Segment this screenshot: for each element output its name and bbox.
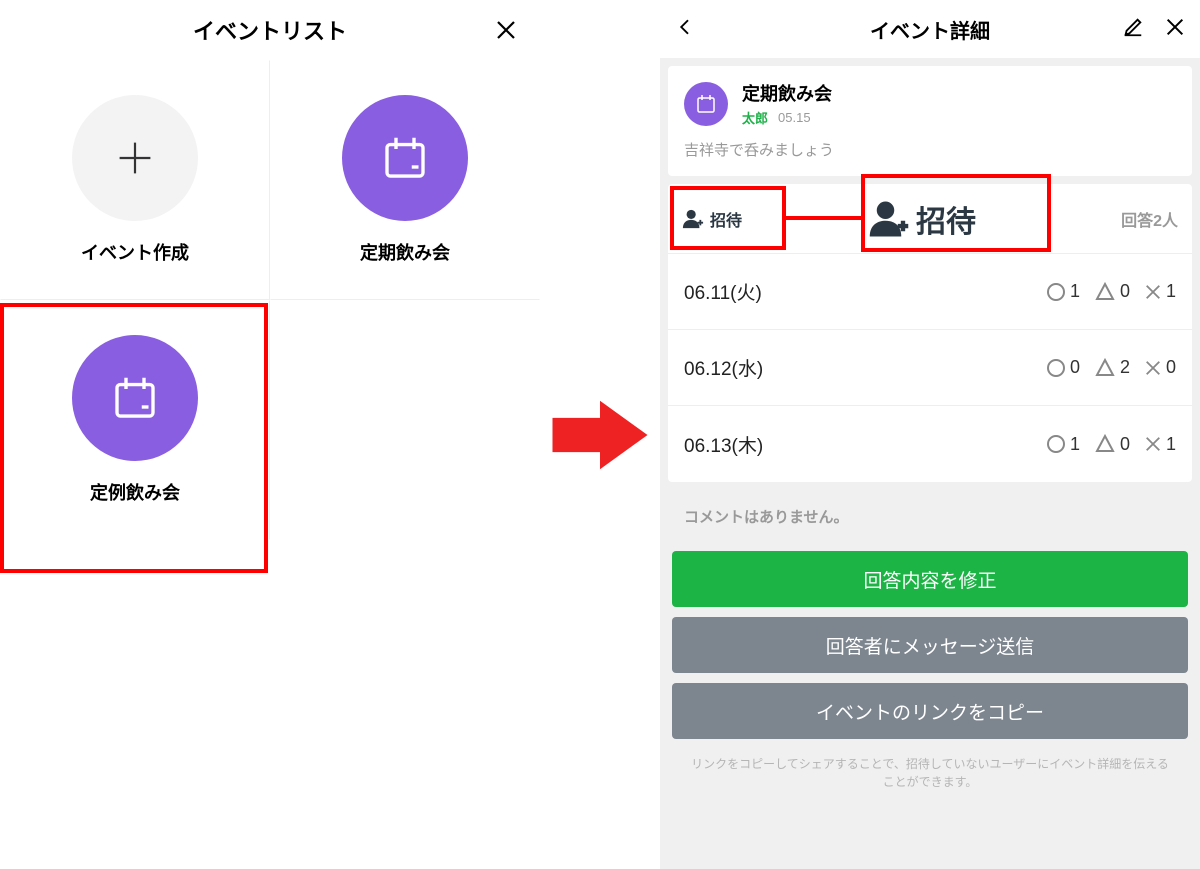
edit-answer-button[interactable]: 回答内容を修正 — [672, 551, 1188, 607]
pencil-icon — [1122, 16, 1144, 38]
vote-yes-count: 1 — [1070, 434, 1080, 455]
date-row[interactable]: 06.11(火) 1 0 1 — [668, 254, 1192, 330]
vote-maybe-count: 0 — [1120, 434, 1130, 455]
arrow-right-icon — [552, 397, 648, 473]
send-message-button[interactable]: 回答者にメッセージ送信 — [672, 617, 1188, 673]
send-message-label: 回答者にメッセージ送信 — [826, 632, 1035, 659]
event-list-screen: イベントリスト イベント作成 — [0, 0, 540, 869]
vote-yes: 0 — [1046, 357, 1080, 378]
calendar-icon — [378, 131, 432, 185]
close-icon — [494, 18, 518, 42]
event-cell-label: 定期飲み会 — [360, 239, 450, 265]
create-event-cell[interactable]: イベント作成 — [0, 60, 270, 300]
event-list-title: イベントリスト — [193, 14, 347, 46]
invite-label-big: 招待 — [916, 197, 976, 241]
date-label: 06.11(火) — [684, 278, 762, 305]
event-icon-circle — [684, 82, 728, 126]
calendar-icon — [694, 92, 718, 116]
triangle-icon — [1094, 434, 1116, 454]
event-cell-1[interactable]: 定期飲み会 — [270, 60, 540, 300]
event-icon-circle — [342, 95, 468, 221]
transition-gap — [540, 0, 660, 869]
event-info-card: 定期飲み会 太郎 05.15 吉祥寺で呑みましょう — [668, 66, 1192, 176]
x-icon — [1144, 283, 1162, 301]
person-add-icon — [868, 198, 910, 240]
invite-label-small: 招待 — [710, 207, 742, 231]
circle-icon — [1046, 434, 1066, 454]
invite-row: 招待 招待 回答2人 — [668, 184, 1192, 254]
event-list-header: イベントリスト — [0, 0, 540, 60]
date-label: 06.13(木) — [684, 431, 763, 458]
event-detail-screen: イベント詳細 — [660, 0, 1200, 869]
vote-yes-count: 0 — [1070, 357, 1080, 378]
vote-no: 1 — [1144, 434, 1176, 455]
event-icon-circle — [72, 335, 198, 461]
vote-maybe: 2 — [1094, 357, 1130, 378]
event-detail-header: イベント詳細 — [660, 0, 1200, 58]
triangle-icon — [1094, 282, 1116, 302]
close-icon — [1164, 16, 1186, 38]
circle-icon — [1046, 358, 1066, 378]
no-comments-label: コメントはありません。 — [668, 490, 1192, 543]
event-cell-label: 定例飲み会 — [90, 479, 180, 505]
circle-icon — [1046, 282, 1066, 302]
copy-link-hint: リンクをコピーしてシェアすることで、招待していないユーザーにイベント詳細を伝える… — [668, 747, 1192, 799]
vote-yes: 1 — [1046, 281, 1080, 302]
dates-card: 招待 招待 回答2人 — [668, 184, 1192, 482]
triangle-icon — [1094, 358, 1116, 378]
event-description: 吉祥寺で呑みましょう — [684, 139, 1176, 160]
answers-count[interactable]: 回答2人 — [1121, 207, 1192, 231]
close-button[interactable] — [494, 18, 518, 42]
vote-no-count: 1 — [1166, 434, 1176, 455]
event-name: 定期飲み会 — [742, 80, 832, 106]
vote-yes: 1 — [1046, 434, 1080, 455]
vote-no: 1 — [1144, 281, 1176, 302]
event-author: 太郎 — [742, 108, 768, 127]
plus-icon — [113, 136, 157, 180]
date-row[interactable]: 06.12(水) 0 2 0 — [668, 330, 1192, 406]
vote-maybe: 0 — [1094, 281, 1130, 302]
vote-maybe-count: 2 — [1120, 357, 1130, 378]
create-event-label: イベント作成 — [81, 239, 189, 265]
create-event-circle — [72, 95, 198, 221]
invite-button-big[interactable]: 招待 — [868, 197, 976, 241]
x-icon — [1144, 359, 1162, 377]
calendar-icon — [108, 371, 162, 425]
vote-no-count: 0 — [1166, 357, 1176, 378]
event-posted-date: 05.15 — [778, 110, 811, 125]
date-label: 06.12(水) — [684, 354, 763, 381]
x-icon — [1144, 435, 1162, 453]
person-add-icon — [682, 208, 704, 230]
vote-maybe: 0 — [1094, 434, 1130, 455]
vote-yes-count: 1 — [1070, 281, 1080, 302]
edit-answer-label: 回答内容を修正 — [863, 566, 996, 593]
date-row[interactable]: 06.13(木) 1 0 1 — [668, 406, 1192, 482]
vote-no-count: 1 — [1166, 281, 1176, 302]
invite-button-small[interactable]: 招待 — [668, 207, 742, 231]
event-detail-title: イベント詳細 — [660, 15, 1200, 44]
close-button[interactable] — [1164, 16, 1186, 43]
highlight-connector — [786, 216, 861, 220]
vote-no: 0 — [1144, 357, 1176, 378]
vote-maybe-count: 0 — [1120, 281, 1130, 302]
copy-link-label: イベントのリンクをコピー — [816, 698, 1044, 725]
edit-button[interactable] — [1122, 16, 1144, 43]
event-cell-2[interactable]: 定例飲み会 — [0, 300, 270, 540]
copy-link-button[interactable]: イベントのリンクをコピー — [672, 683, 1188, 739]
